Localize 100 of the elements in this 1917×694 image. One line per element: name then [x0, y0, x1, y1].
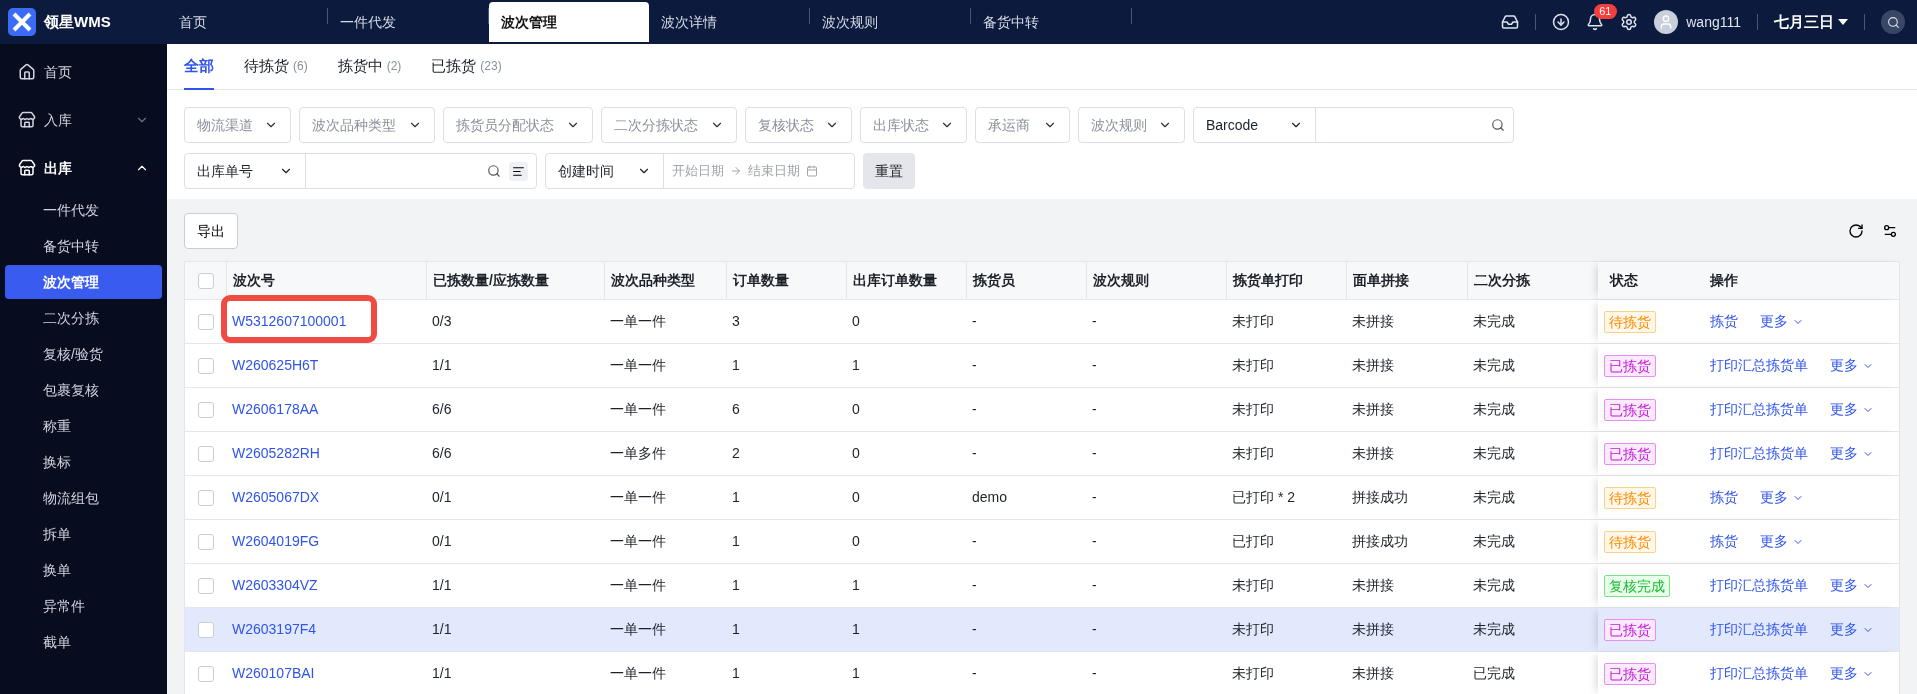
table-row[interactable]: W2605067DX 0/1 一单一件 1 0 demo - 已打印 * 2 拼接成功 未完成 待拣货 拣货 更多	[185, 476, 1899, 520]
page-tab[interactable]: 一件代发	[328, 2, 488, 42]
wave-number-link[interactable]: W260107BAI	[232, 663, 315, 684]
status-tab[interactable]: 拣货中 (2)	[337, 44, 402, 90]
sidebar-subitem[interactable]: 一件代发	[5, 193, 162, 227]
table-cell-text: -	[972, 444, 977, 463]
action-link[interactable]: 打印汇总拣货单	[1710, 443, 1808, 464]
checkbox[interactable]	[197, 489, 214, 506]
sidebar-subitem[interactable]: 波次管理	[5, 265, 162, 299]
table-cell-text: -	[972, 576, 977, 595]
action-link[interactable]: 拣货	[1710, 531, 1738, 552]
table-cell-text: 0	[852, 444, 860, 463]
order-search[interactable]: 出库单号	[184, 153, 537, 189]
checkbox[interactable]	[197, 665, 214, 682]
action-link[interactable]: 更多	[1760, 531, 1804, 552]
inbox-icon[interactable]	[1501, 13, 1520, 31]
page-tab[interactable]: 波次详情	[649, 2, 809, 42]
avatar[interactable]	[1654, 10, 1679, 34]
sidebar-item[interactable]: 首页	[0, 48, 167, 96]
table-row[interactable]: W2606178AA 6/6 一单一件 6 0 - - 未打印 未拼接 未完成 已拣货 打印汇总拣货单 更多	[185, 388, 1899, 432]
status-tag: 待拣货	[1604, 486, 1656, 509]
action-link[interactable]: 更多	[1830, 399, 1874, 420]
action-link[interactable]: 更多	[1760, 487, 1804, 508]
sidebar-subitem[interactable]: 备货中转	[5, 229, 162, 263]
settings-icon[interactable]	[1620, 13, 1639, 31]
action-link[interactable]: 打印汇总拣货单	[1710, 399, 1808, 420]
column-header: 二次分拣	[1474, 271, 1530, 290]
checkbox[interactable]	[197, 272, 214, 289]
sidebar-subitem[interactable]: 复核/验货	[5, 337, 162, 371]
wave-number-link[interactable]: W5312607100001	[232, 311, 347, 332]
checkbox[interactable]	[197, 445, 214, 462]
date-dropdown[interactable]: 七月三日	[1774, 10, 1848, 34]
table-row[interactable]: W260625H6T 1/1 一单一件 1 1 - - 未打印 未拼接 未完成 已拣货 打印汇总拣货单 更多	[185, 344, 1899, 388]
notification-badge: 61	[1594, 4, 1617, 19]
action-link[interactable]: 打印汇总拣货单	[1710, 355, 1808, 376]
search-icon[interactable]	[1881, 10, 1905, 34]
checkbox[interactable]	[197, 621, 214, 638]
sidebar-subitem[interactable]: 称重	[5, 409, 162, 443]
action-link[interactable]: 打印汇总拣货单	[1710, 575, 1808, 596]
action-link[interactable]: 打印汇总拣货单	[1710, 663, 1808, 684]
wave-number-link[interactable]: W2605282RH	[232, 443, 320, 464]
search-icon[interactable]	[1491, 118, 1505, 132]
checkbox[interactable]	[197, 313, 214, 330]
refresh-icon[interactable]	[1848, 223, 1864, 239]
table-cell-text: 未完成	[1473, 532, 1515, 551]
sidebar-item[interactable]: 入库	[0, 96, 167, 144]
sidebar-item[interactable]: 出库	[0, 144, 167, 192]
sidebar-subitem[interactable]: 换单	[5, 553, 162, 587]
sidebar-subitem[interactable]: 拆单	[5, 517, 162, 551]
wave-number-link[interactable]: W2603304VZ	[232, 575, 318, 596]
wave-number-link[interactable]: W260625H6T	[232, 355, 319, 376]
wave-number-link[interactable]: W2605067DX	[232, 487, 320, 508]
export-button[interactable]: 导出	[184, 213, 238, 249]
sidebar-subitem[interactable]: 截单	[5, 625, 162, 659]
action-link[interactable]: 更多	[1830, 619, 1874, 640]
list-icon[interactable]	[509, 161, 528, 181]
wave-number-link[interactable]: W2603197F4	[232, 619, 317, 640]
sidebar-subitem[interactable]: 二次分拣	[5, 301, 162, 335]
table-row[interactable]: W2603197F4 1/1 一单一件 1 1 - - 未打印 未拼接 未完成 已拣货 打印汇总拣货单 更多	[185, 608, 1899, 652]
reset-button[interactable]: 重置	[863, 153, 915, 189]
table-row[interactable]: W2605282RH 6/6 一单多件 2 0 - - 未打印 未拼接 未完成 已拣货 打印汇总拣货单 更多	[185, 432, 1899, 476]
search-icon[interactable]	[487, 164, 501, 178]
download-icon[interactable]	[1552, 13, 1571, 31]
bell-icon[interactable]	[1586, 13, 1605, 31]
action-link[interactable]: 更多	[1830, 575, 1874, 596]
column-settings-icon[interactable]	[1882, 223, 1898, 239]
action-link[interactable]: 更多	[1830, 443, 1874, 464]
checkbox[interactable]	[197, 401, 214, 418]
action-link[interactable]: 拣货	[1710, 311, 1738, 332]
page-tab[interactable]: 备货中转	[971, 2, 1131, 42]
sidebar-subitem[interactable]: 换标	[5, 445, 162, 479]
table-row[interactable]: W2603304VZ 1/1 一单一件 1 1 - - 未打印 未拼接 未完成 复核完成 打印汇总拣货单 更多	[185, 564, 1899, 608]
table-row[interactable]: W5312607100001 0/3 一单一件 3 0 - - 未打印 未拼接 未完成 待拣货 拣货 更多	[185, 300, 1899, 344]
page-tab[interactable]: 波次管理	[489, 2, 649, 42]
sidebar-subitem[interactable]: 包裹复核	[5, 373, 162, 407]
wave-number-link[interactable]: W2604019FG	[232, 531, 320, 552]
status-tab[interactable]: 待拣货 (6)	[244, 44, 308, 90]
sidebar-subitem[interactable]: 物流组包	[5, 481, 162, 515]
action-link[interactable]: 更多	[1830, 663, 1874, 684]
action-link[interactable]: 拣货	[1710, 487, 1738, 508]
sidebar-subitem[interactable]: 异常件	[5, 589, 162, 623]
table-row[interactable]: W2604019FG 0/1 一单一件 1 0 - - 已打印 拼接成功 未完成 待拣货 拣货 更多	[185, 520, 1899, 564]
table-cell-text: 未拼接	[1352, 444, 1394, 463]
wave-number-link[interactable]: W2606178AA	[232, 399, 319, 420]
page-tab[interactable]: 波次规则	[810, 2, 970, 42]
action-link[interactable]: 更多	[1830, 355, 1874, 376]
status-tab[interactable]: 已拣货 (23)	[431, 44, 502, 90]
table-cell-text: -	[1092, 576, 1097, 595]
checkbox[interactable]	[197, 577, 214, 594]
barcode-search[interactable]: Barcode	[1193, 107, 1514, 143]
table-cell-text: 1/1	[432, 576, 452, 595]
table-cell-text: 1	[732, 532, 740, 551]
action-link[interactable]: 更多	[1760, 311, 1804, 332]
action-link[interactable]: 打印汇总拣货单	[1710, 619, 1808, 640]
date-range[interactable]: 创建时间 开始日期 结束日期	[545, 153, 855, 189]
page-tab[interactable]: 首页	[167, 2, 327, 42]
checkbox[interactable]	[197, 357, 214, 374]
table-cell-text: 3	[732, 312, 740, 331]
table-cell-text: 1/1	[432, 356, 452, 375]
checkbox[interactable]	[197, 533, 214, 550]
